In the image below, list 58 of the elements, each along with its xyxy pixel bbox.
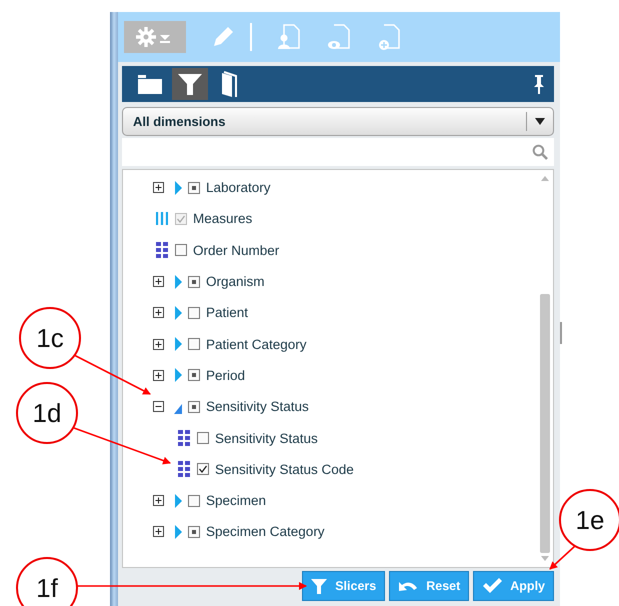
checkbox[interactable]	[188, 182, 200, 194]
dimension-dropdown[interactable]: All dimensions	[122, 107, 554, 136]
checkbox[interactable]	[188, 338, 200, 350]
callout-bubble: 1c	[19, 307, 81, 369]
checkbox[interactable]	[188, 526, 200, 538]
expander-icon[interactable]	[153, 401, 164, 412]
tree-item-label[interactable]: Sensitivity Status Code	[215, 462, 354, 477]
attribute-icon	[178, 430, 190, 446]
pin-icon[interactable]	[532, 73, 546, 95]
tree-item-label[interactable]: Patient Category	[206, 336, 307, 352]
tree-item-label[interactable]: Period	[206, 368, 246, 383]
tree-item-label[interactable]: Organism	[206, 274, 265, 290]
tree-item-label[interactable]: Order Number	[193, 242, 280, 258]
triangle-icon	[174, 368, 183, 382]
checkbox[interactable]	[188, 306, 200, 319]
expander-icon[interactable]	[153, 307, 164, 318]
checkbox[interactable]	[197, 463, 209, 476]
caret-icon	[535, 118, 545, 125]
filter-icon	[311, 578, 328, 594]
expander-icon[interactable]	[153, 276, 164, 288]
checkmark-icon	[482, 578, 502, 594]
filter-tab[interactable]	[172, 68, 208, 100]
undo-icon	[398, 579, 418, 593]
checkbox[interactable]	[188, 276, 200, 288]
triangle-icon	[174, 337, 183, 352]
triangle-icon	[174, 524, 183, 539]
expander-icon[interactable]	[153, 338, 164, 350]
tree-item-label[interactable]: Sensitivity Status	[215, 430, 318, 446]
expander-icon[interactable]	[153, 526, 164, 538]
triangle-icon	[174, 274, 183, 289]
triangle-icon	[174, 494, 183, 508]
attribute-icon	[156, 242, 168, 258]
checkbox[interactable]	[188, 494, 200, 507]
measures-icon	[156, 212, 168, 226]
callout-arrow	[549, 545, 576, 570]
checkbox[interactable]	[197, 432, 209, 444]
search-field[interactable]	[122, 138, 554, 166]
checkbox[interactable]	[188, 369, 200, 382]
callout-bubble: 1f	[16, 557, 78, 606]
tree-item-label[interactable]: Laboratory	[206, 180, 271, 196]
triangle-icon	[174, 180, 183, 195]
search-icon	[532, 144, 548, 160]
filter-icon	[177, 72, 203, 96]
tree-item-label[interactable]: Sensitivity Status	[206, 399, 309, 414]
expander-icon[interactable]	[153, 370, 164, 381]
checkbox[interactable]	[188, 400, 200, 413]
triangle-icon	[174, 306, 183, 320]
callout-bubble: 1d	[16, 382, 78, 444]
folder-icon	[137, 73, 163, 95]
attribute-icon	[178, 461, 190, 478]
expander-icon[interactable]	[153, 495, 164, 506]
expander-icon[interactable]	[153, 182, 164, 194]
divider	[560, 322, 562, 344]
tree-item-label[interactable]: Specimen Category	[206, 524, 325, 540]
checkbox[interactable]	[175, 244, 187, 256]
tree-item-label[interactable]: Specimen	[206, 493, 266, 508]
tree-item-label[interactable]: Patient	[206, 305, 248, 320]
callout-bubble: 1e	[559, 489, 619, 551]
